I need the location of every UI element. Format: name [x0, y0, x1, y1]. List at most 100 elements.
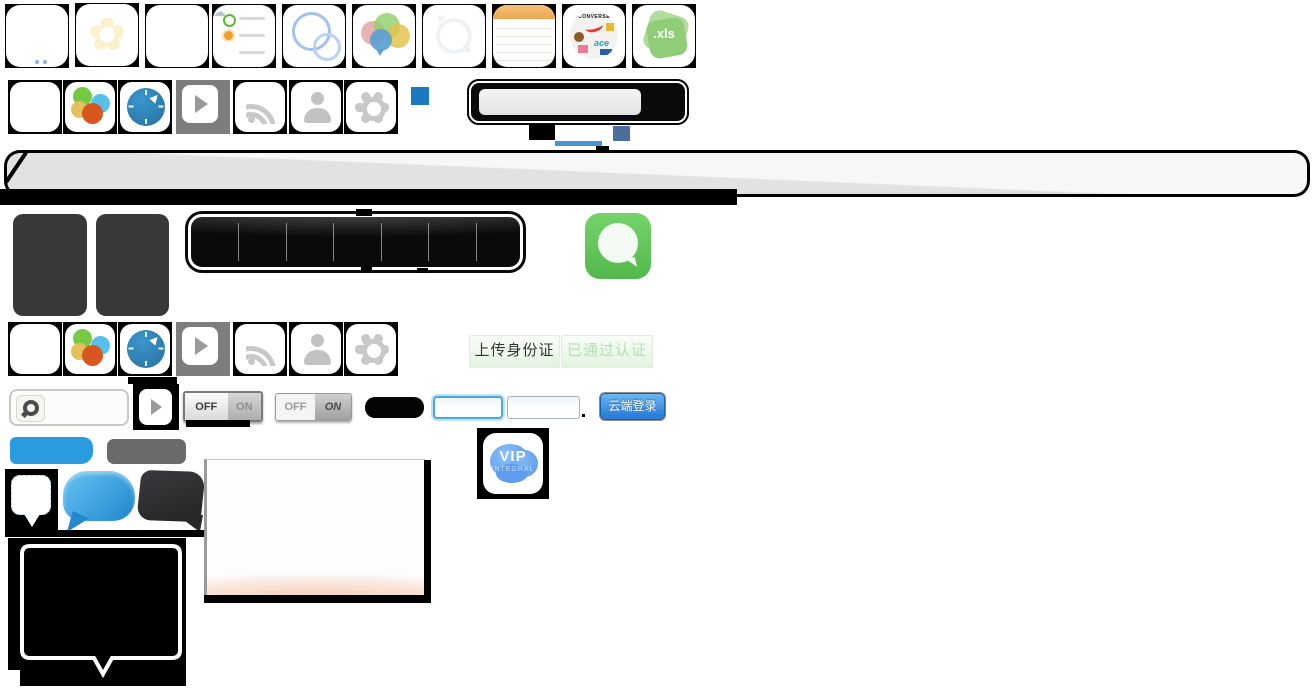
rss-icon[interactable]	[233, 322, 287, 376]
contact-head	[311, 92, 324, 105]
rss-icon[interactable]	[233, 80, 287, 134]
contact-shoulders	[304, 108, 331, 123]
sprite-fragment	[361, 266, 372, 271]
toggle-on-side[interactable]: ON	[315, 394, 351, 420]
notes-icon[interactable]	[492, 4, 556, 68]
reminders-list-icon[interactable]	[212, 4, 276, 68]
cloud-login-button[interactable]: 云端登录	[600, 393, 665, 420]
blue-clock-icon[interactable]	[118, 322, 172, 376]
blue-dot	[35, 60, 39, 64]
segmented-tab-bar[interactable]	[188, 214, 523, 270]
sprite-fragment-steel-blue	[613, 126, 630, 141]
white-panel	[204, 459, 425, 596]
toggle-switch-on[interactable]: OFF ON	[275, 393, 352, 421]
sprite-fragment-blue-line	[555, 141, 602, 146]
brand-face: CONVERSE ace	[563, 5, 625, 67]
blue-label-rect[interactable]	[10, 437, 93, 464]
dark-bubble-sprite	[139, 469, 206, 533]
xls-file-icon[interactable]: .xls	[632, 4, 696, 68]
green-message-icon[interactable]	[585, 213, 651, 279]
flower-photos-icon[interactable]	[75, 3, 139, 67]
upload-id-label: 上传身份证	[474, 342, 554, 359]
notes-ruled-lines	[496, 21, 552, 65]
toggle-off-side[interactable]: OFF	[276, 394, 315, 420]
play-tile-icon[interactable]	[176, 322, 230, 376]
sprite-fragment-bar	[186, 420, 250, 427]
normal-input-field[interactable]	[508, 397, 583, 420]
dark-card	[96, 214, 169, 316]
segment-divider	[428, 223, 429, 261]
vip-icon-face: VIP INTEGRAL	[483, 433, 543, 494]
blue-clock-icon[interactable]	[118, 80, 172, 134]
gear-icon[interactable]	[344, 80, 398, 134]
flower-glyph	[76, 4, 138, 66]
gear-face	[346, 82, 396, 132]
play-sprite[interactable]	[133, 384, 179, 430]
color-balls-icon[interactable]	[63, 322, 117, 376]
chat-bubbles-icon[interactable]	[352, 4, 416, 68]
balls-face	[65, 82, 115, 132]
gear-hub	[362, 339, 386, 363]
sprite-fragment-dot	[582, 414, 585, 417]
blank-tile-face	[10, 324, 60, 374]
gear-hub	[362, 97, 386, 121]
music-note-icon[interactable]	[145, 4, 209, 68]
text-input-focused[interactable]	[433, 396, 503, 419]
dock-bar-shadow-strip	[0, 189, 737, 205]
clock-tick	[145, 361, 147, 366]
contact-icon[interactable]	[289, 80, 343, 134]
xls-label: .xls	[633, 26, 695, 41]
text-input-normal[interactable]	[507, 396, 580, 419]
toggle-off-side[interactable]: OFF	[185, 393, 228, 420]
clock-tick	[145, 90, 147, 95]
color-balls-icon[interactable]	[63, 80, 117, 134]
play-tile-icon[interactable]	[176, 80, 230, 134]
message-bubble-tail	[626, 257, 637, 269]
contact-face	[291, 324, 341, 374]
upload-id-button[interactable]: 上传身份证	[469, 335, 560, 368]
sprite-fragment-black	[529, 124, 555, 140]
gray-label-rect[interactable]	[107, 439, 186, 464]
top-search-input[interactable]	[479, 89, 641, 115]
pink-logo	[578, 45, 588, 53]
verified-button[interactable]: 已通过认证	[561, 335, 653, 368]
reminders-face	[213, 5, 275, 67]
blank-app-face	[6, 5, 68, 67]
contact-face	[291, 82, 341, 132]
blank-app-icon[interactable]	[5, 4, 69, 68]
white-bubble-sprite	[5, 469, 58, 533]
sprite-fragment	[417, 268, 428, 273]
black-bubble-outline	[22, 546, 180, 674]
blank-tile-icon[interactable]	[8, 80, 62, 134]
brand-text-converse: CONVERSE	[570, 14, 618, 20]
nike-swoosh	[584, 19, 604, 34]
play-button	[139, 389, 172, 425]
small-circle	[313, 33, 341, 61]
gear-icon[interactable]	[344, 322, 398, 376]
music-glyph	[146, 5, 208, 67]
focused-input-field[interactable]	[435, 398, 505, 419]
dock-bar-gloss-wedge	[7, 153, 28, 187]
blue-square	[411, 87, 429, 105]
search-box[interactable]	[9, 389, 129, 426]
blue-circles-icon[interactable]	[282, 4, 346, 68]
search-bar-frame	[469, 81, 687, 123]
blank-tile-icon[interactable]	[8, 322, 62, 376]
toggle-on-side[interactable]: ON	[228, 393, 261, 420]
play-button	[182, 327, 218, 365]
play-button	[182, 85, 218, 123]
contact-icon[interactable]	[289, 322, 343, 376]
search-box-input[interactable]	[47, 394, 126, 422]
black-pill	[365, 397, 424, 418]
brand-logos-icon[interactable]: CONVERSE ace	[562, 4, 626, 68]
blue-dot	[43, 60, 47, 64]
chat-bubbles-face	[353, 5, 415, 67]
clock-tick	[145, 119, 147, 124]
notes-face	[493, 5, 555, 67]
toggle-switch-off[interactable]: OFF ON	[183, 391, 263, 422]
sync-arrows-icon[interactable]	[422, 4, 486, 68]
contact-shoulders	[304, 350, 331, 365]
top-search-bar[interactable]	[467, 79, 689, 125]
rss-dot	[248, 116, 255, 123]
vip-integral-icon[interactable]: VIP INTEGRAL	[477, 428, 549, 499]
